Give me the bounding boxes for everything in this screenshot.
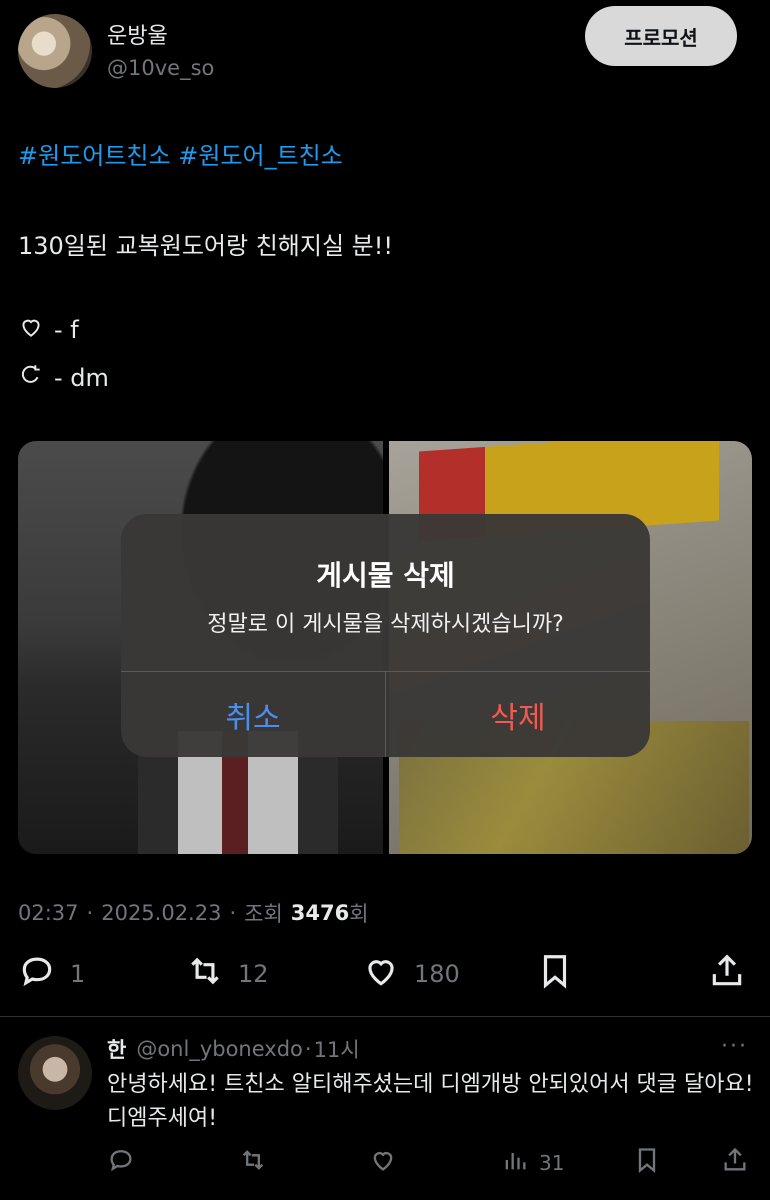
retweet-meta-line: - dm: [18, 362, 109, 394]
post-hashtags[interactable]: #원도어트친소 #원도어_트친소: [18, 136, 343, 171]
promotion-button[interactable]: 프로모션: [585, 6, 737, 66]
retweet-action[interactable]: 12: [186, 952, 269, 996]
reply-action[interactable]: 1: [18, 952, 85, 996]
bookmark-icon: [536, 952, 574, 996]
reply-count: 1: [70, 960, 86, 988]
reply-views-action[interactable]: 31: [501, 1146, 564, 1179]
reply-retweet-action[interactable]: [239, 1146, 267, 1179]
reply-text: 안녕하세요! 트친소 알티해주셨는데 디엠개방 안되있어서 댓글 달아요! 디엠…: [107, 1072, 754, 1131]
dot-separator: ·: [304, 1037, 312, 1061]
reply-avatar[interactable]: [18, 1036, 92, 1110]
reply-actions: 31: [107, 1146, 752, 1182]
share-icon: [721, 1146, 749, 1179]
reply-header: 한 @onl_ybonexdo · 11시: [107, 1034, 360, 1064]
post-body-text: 130일된 교복원도어랑 친해지실 분!!: [18, 232, 393, 260]
dialog-title: 게시물 삭제: [316, 559, 455, 592]
retweet-icon: [239, 1146, 267, 1179]
reply-icon: [18, 952, 56, 996]
views-count: 3476: [290, 901, 350, 925]
heart-icon: [369, 1146, 397, 1179]
heart-icon: [362, 952, 400, 996]
like-meta-text: - f: [54, 316, 79, 344]
reply-views-count: 31: [539, 1150, 565, 1175]
reply-author-handle[interactable]: @onl_ybonexdo: [136, 1037, 303, 1061]
post-actions: 1 12 180: [18, 952, 752, 1002]
post-date: 2025.02.23: [101, 901, 222, 925]
divider: [0, 1016, 770, 1017]
reply-icon: [107, 1146, 135, 1179]
author-display-name[interactable]: 운방울: [107, 18, 168, 50]
retweet-count: 12: [238, 960, 269, 988]
dialog-message: 정말로 이 게시물을 삭제하시겠습니까?: [207, 612, 564, 637]
reply-reply-action[interactable]: [107, 1146, 135, 1179]
retweet-meta-text: - dm: [54, 364, 109, 392]
cancel-button[interactable]: 취소: [121, 672, 385, 757]
views-label: 조회: [244, 902, 283, 926]
share-action[interactable]: [708, 952, 746, 996]
retweet-icon: [186, 952, 224, 996]
like-action[interactable]: 180: [362, 952, 460, 996]
reply-bookmark-action[interactable]: [633, 1146, 661, 1179]
reply-share-action[interactable]: [721, 1146, 749, 1179]
refresh-icon: [18, 362, 44, 394]
views-suffix: 회: [349, 902, 369, 926]
author-handle[interactable]: @10ve_so: [107, 56, 214, 80]
like-count: 180: [414, 960, 460, 988]
post-time: 02:37: [18, 901, 79, 925]
reply-like-action[interactable]: [369, 1146, 397, 1179]
reply-author-name[interactable]: 한: [107, 1034, 126, 1064]
delete-button[interactable]: 삭제: [386, 672, 650, 757]
author-avatar[interactable]: [18, 14, 92, 88]
dot-separator: ·: [229, 901, 237, 925]
post-timestamp: 02:37 · 2025.02.23 · 조회 3476 회: [18, 898, 369, 928]
bar-chart-icon: [501, 1146, 529, 1179]
heart-outline-icon: [18, 314, 44, 346]
dot-separator: ·: [86, 901, 94, 925]
share-icon: [708, 952, 746, 996]
reply-time: 11시: [313, 1038, 360, 1062]
more-options-icon[interactable]: ···: [721, 1034, 748, 1059]
bookmark-icon: [633, 1146, 661, 1179]
delete-post-dialog: 게시물 삭제 정말로 이 게시물을 삭제하시겠습니까? 취소 삭제: [121, 514, 650, 757]
bookmark-action[interactable]: [536, 952, 574, 996]
like-meta-line: - f: [18, 314, 79, 346]
